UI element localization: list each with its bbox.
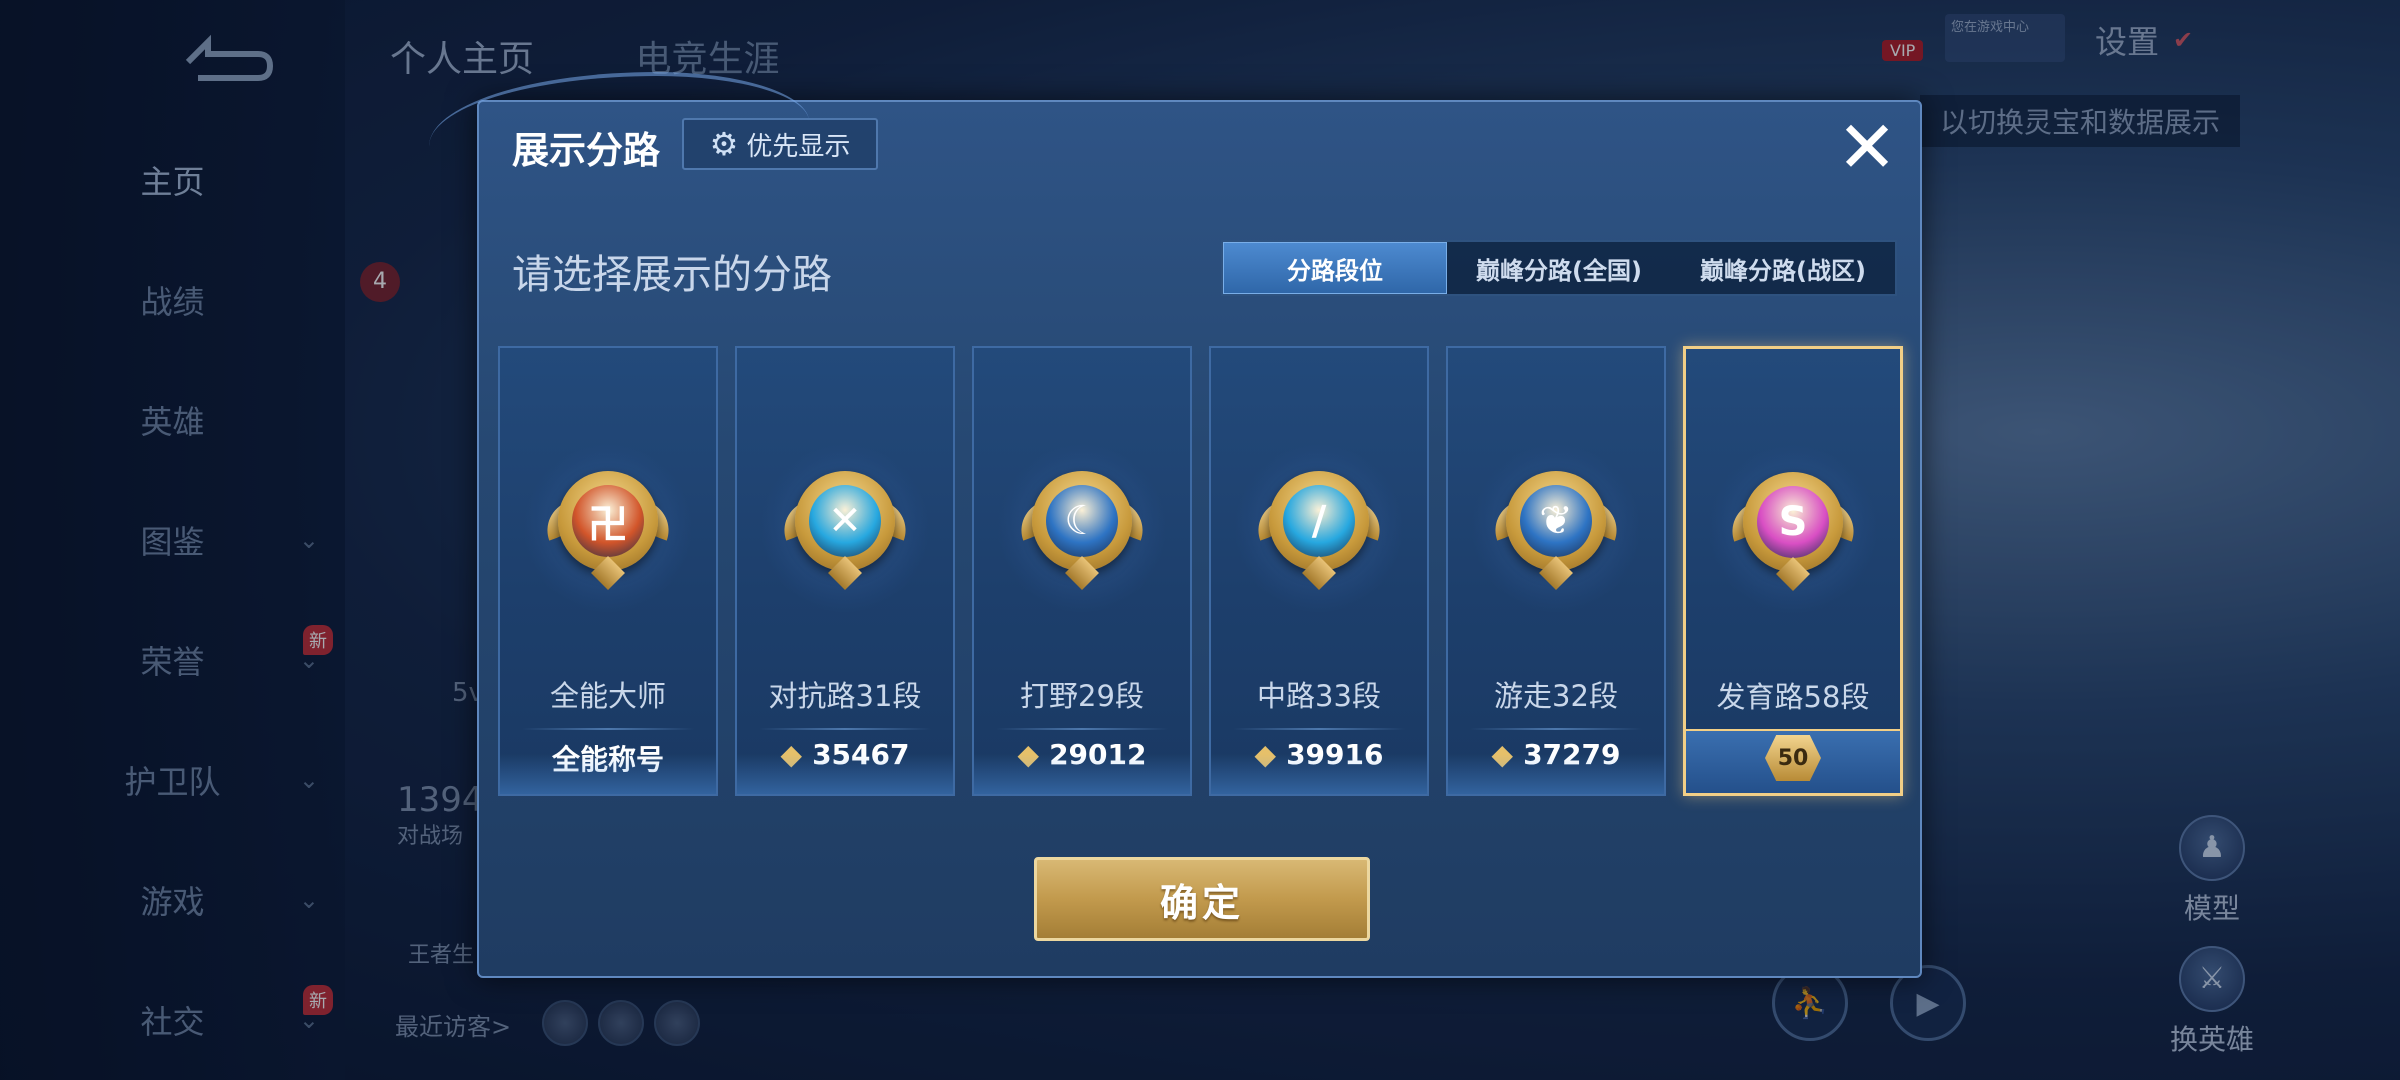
mid-lane-emblem-icon: ∕ <box>1234 443 1404 613</box>
dialog-title: 展示分路 <box>512 129 660 172</box>
lane-card-name: 对抗路31段 <box>768 679 922 713</box>
priority-display-button[interactable]: ⚙ 优先显示 <box>682 118 878 170</box>
close-button[interactable]: ✕ <box>1832 111 1902 183</box>
gear-icon: ⚙ <box>709 125 739 163</box>
lane-type-tabs: 分路段位 巅峰分路(全国) 巅峰分路(战区) <box>1221 240 1897 296</box>
lane-card-name: 打野29段 <box>1020 679 1144 713</box>
dialog-subtitle: 请选择展示的分路 <box>512 252 832 298</box>
level-badge: 50 <box>1765 735 1821 781</box>
tab-peak-lane-national[interactable]: 巅峰分路(全国) <box>1447 242 1671 294</box>
lane-card[interactable]: ∕中路33段◆39916 <box>1209 346 1429 796</box>
lane-card-name: 中路33段 <box>1257 679 1381 713</box>
divider <box>1470 728 1642 730</box>
lane-card-name: 发育路58段 <box>1716 680 1870 714</box>
tab-lane-rank[interactable]: 分路段位 <box>1223 242 1447 294</box>
card-glow <box>737 754 953 794</box>
lane-card-name: 全能大师 <box>549 679 666 713</box>
divider <box>1233 728 1405 730</box>
card-glow <box>1448 754 1664 794</box>
all-round-emblem-icon: 卍 <box>523 443 693 613</box>
card-glow <box>974 754 1190 794</box>
tab-peak-lane-region[interactable]: 巅峰分路(战区) <box>1671 242 1895 294</box>
clash-lane-emblem-icon: ✕ <box>760 443 930 613</box>
lane-card[interactable]: S 发育路58段 50 <box>1683 346 1903 796</box>
lane-card[interactable]: ☾打野29段◆29012 <box>972 346 1192 796</box>
lane-card-name: 游走32段 <box>1494 679 1618 713</box>
confirm-button[interactable]: 确定 <box>1034 857 1370 941</box>
card-glow <box>500 754 716 794</box>
lane-card[interactable]: ❦游走32段◆37279 <box>1446 346 1666 796</box>
roam-emblem-icon: ❦ <box>1471 443 1641 613</box>
lane-card[interactable]: ✕对抗路31段◆35467 <box>735 346 955 796</box>
divider <box>759 728 931 730</box>
divider <box>996 728 1168 730</box>
lane-card[interactable]: 卍全能大师全能称号 <box>498 346 718 796</box>
divider <box>522 728 694 730</box>
card-glow <box>1211 754 1427 794</box>
jungle-emblem-icon: ☾ <box>997 443 1167 613</box>
priority-display-label: 优先显示 <box>746 131 851 162</box>
farm-lane-emblem-icon: S <box>1708 444 1878 614</box>
level-banner: 50 <box>1686 729 1900 793</box>
lane-display-dialog: 展示分路 ⚙ 优先显示 ✕ 请选择展示的分路 分路段位 巅峰分路(全国) 巅峰分… <box>429 72 1922 978</box>
